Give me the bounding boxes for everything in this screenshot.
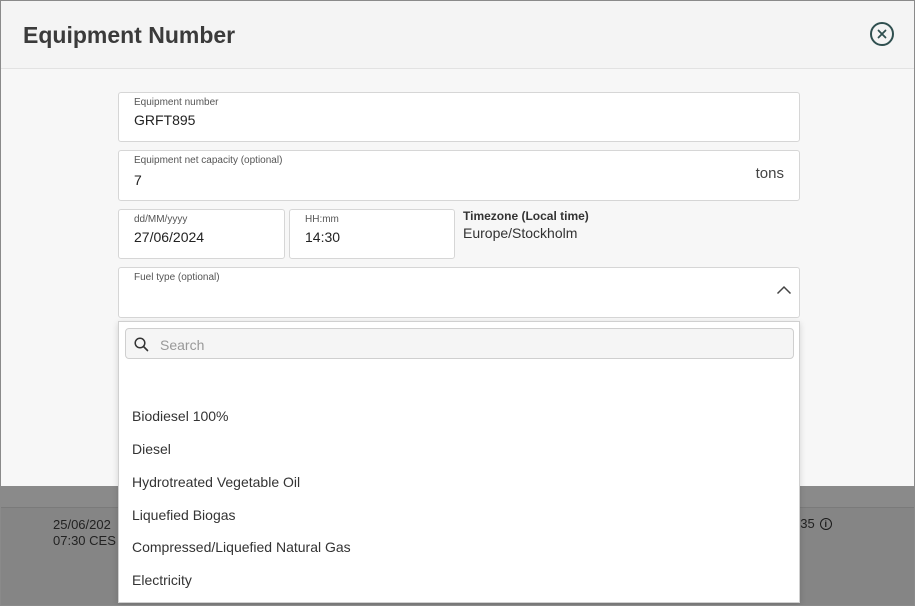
fuel-option-natural-gas[interactable]: Compressed/Liquefied Natural Gas xyxy=(132,539,351,555)
fuel-option-biodiesel[interactable]: Biodiesel 100% xyxy=(132,408,229,424)
time-field[interactable]: HH:mm 14:30 xyxy=(289,209,455,259)
timezone-label: Timezone (Local time) xyxy=(463,209,589,223)
background-row-time: 07:30 CES xyxy=(53,533,116,548)
fuel-type-select[interactable]: Fuel type (optional) xyxy=(118,267,800,318)
fuel-option-hvo[interactable]: Hydrotreated Vegetable Oil xyxy=(132,474,300,490)
close-icon xyxy=(877,29,887,39)
date-value: 27/06/2024 xyxy=(134,229,205,245)
background-row-datetime: 25/06/202 07:30 CES xyxy=(53,517,116,549)
chevron-up-icon[interactable] xyxy=(776,285,792,295)
fuel-option-diesel[interactable]: Diesel xyxy=(132,441,171,457)
net-capacity-value: 7 xyxy=(134,172,142,188)
fuel-option-liquefied-biogas[interactable]: Liquefied Biogas xyxy=(132,507,236,523)
equipment-number-value: GRFT895 xyxy=(134,112,196,128)
fuel-type-dropdown: Biodiesel 100% Diesel Hydrotreated Veget… xyxy=(118,321,800,603)
modal-title: Equipment Number xyxy=(23,22,236,48)
time-value: 14:30 xyxy=(305,229,341,245)
screen: 25/06/202 07:30 CES 235 i Equipment Numb… xyxy=(0,0,915,606)
fuel-option-electricity[interactable]: Electricity xyxy=(132,572,192,588)
close-button[interactable] xyxy=(870,22,894,46)
net-capacity-label: Equipment net capacity (optional) xyxy=(134,155,283,166)
equipment-number-field[interactable]: Equipment number GRFT895 xyxy=(118,92,800,142)
date-field[interactable]: dd/MM/yyyy 27/06/2024 xyxy=(118,209,285,259)
modal-header: Equipment Number xyxy=(1,1,914,69)
equipment-number-label: Equipment number xyxy=(134,97,219,108)
background-row-date: 25/06/202 xyxy=(53,517,111,532)
dropdown-search[interactable] xyxy=(125,328,794,359)
time-label: HH:mm xyxy=(305,214,339,225)
net-capacity-field[interactable]: Equipment net capacity (optional) 7 tons xyxy=(118,150,800,201)
fuel-type-label: Fuel type (optional) xyxy=(134,272,220,283)
timezone-value: Europe/Stockholm xyxy=(463,225,578,241)
date-label: dd/MM/yyyy xyxy=(134,214,188,225)
info-icon[interactable]: i xyxy=(819,517,832,530)
search-icon xyxy=(134,337,149,352)
net-capacity-unit: tons xyxy=(755,165,784,182)
search-input[interactable] xyxy=(158,334,782,356)
